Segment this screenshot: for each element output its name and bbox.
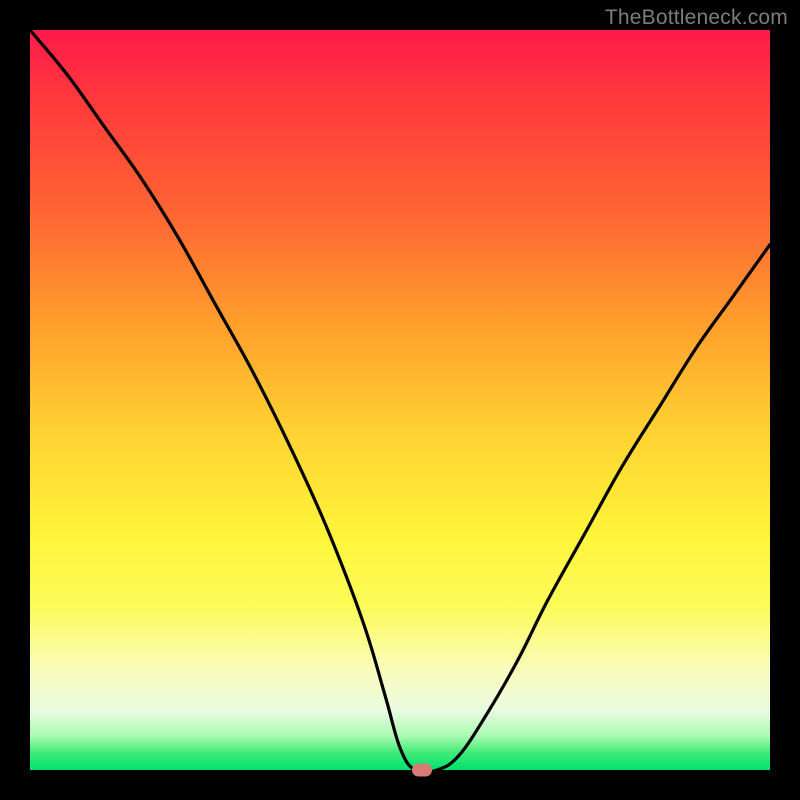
plot-area [30,30,770,770]
optimal-point-marker [412,764,432,777]
bottleneck-curve-path [30,30,770,770]
watermark-label: TheBottleneck.com [605,6,788,30]
chart-stage: TheBottleneck.com [0,0,800,800]
bottleneck-curve [30,30,770,770]
